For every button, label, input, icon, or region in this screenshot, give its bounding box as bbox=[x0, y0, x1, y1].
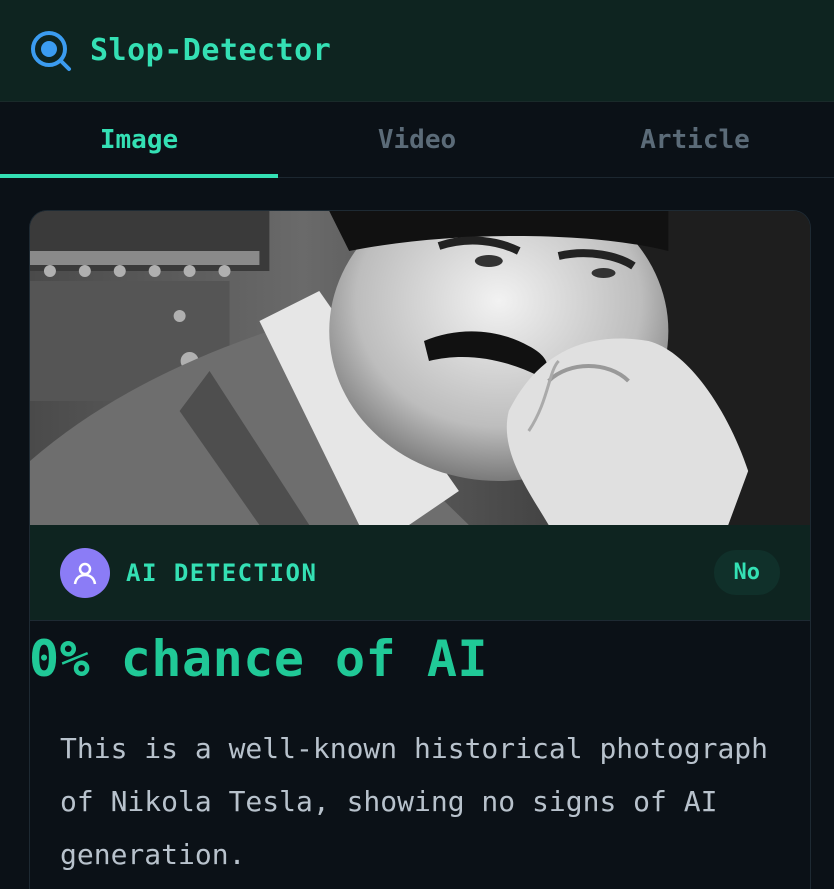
user-icon bbox=[60, 547, 110, 598]
search-target-icon bbox=[31, 30, 71, 71]
app-root: Slop-Detector Image Video Article AI DET… bbox=[0, 0, 834, 889]
result-explanation: This is a well-known historical photogra… bbox=[60, 732, 769, 871]
app-header: Slop-Detector bbox=[0, 0, 834, 102]
tab-article[interactable]: Article bbox=[556, 102, 834, 177]
verdict-badge: No bbox=[713, 550, 780, 595]
tab-image[interactable]: Image bbox=[0, 102, 278, 178]
tab-video-label: Video bbox=[377, 124, 457, 155]
tab-video[interactable]: Video bbox=[278, 102, 556, 177]
tab-article-label: Article bbox=[640, 124, 750, 155]
tab-bar: Image Video Article bbox=[0, 102, 834, 178]
ai-chance-heading: 0% chance of AI bbox=[29, 630, 489, 688]
app-title: Slop-Detector bbox=[90, 33, 332, 68]
analyzed-photo bbox=[30, 211, 810, 525]
ai-detection-label: AI DETECTION bbox=[126, 558, 318, 587]
tab-image-label: Image bbox=[99, 124, 179, 155]
ai-detection-bar: AI DETECTION No bbox=[30, 525, 810, 621]
